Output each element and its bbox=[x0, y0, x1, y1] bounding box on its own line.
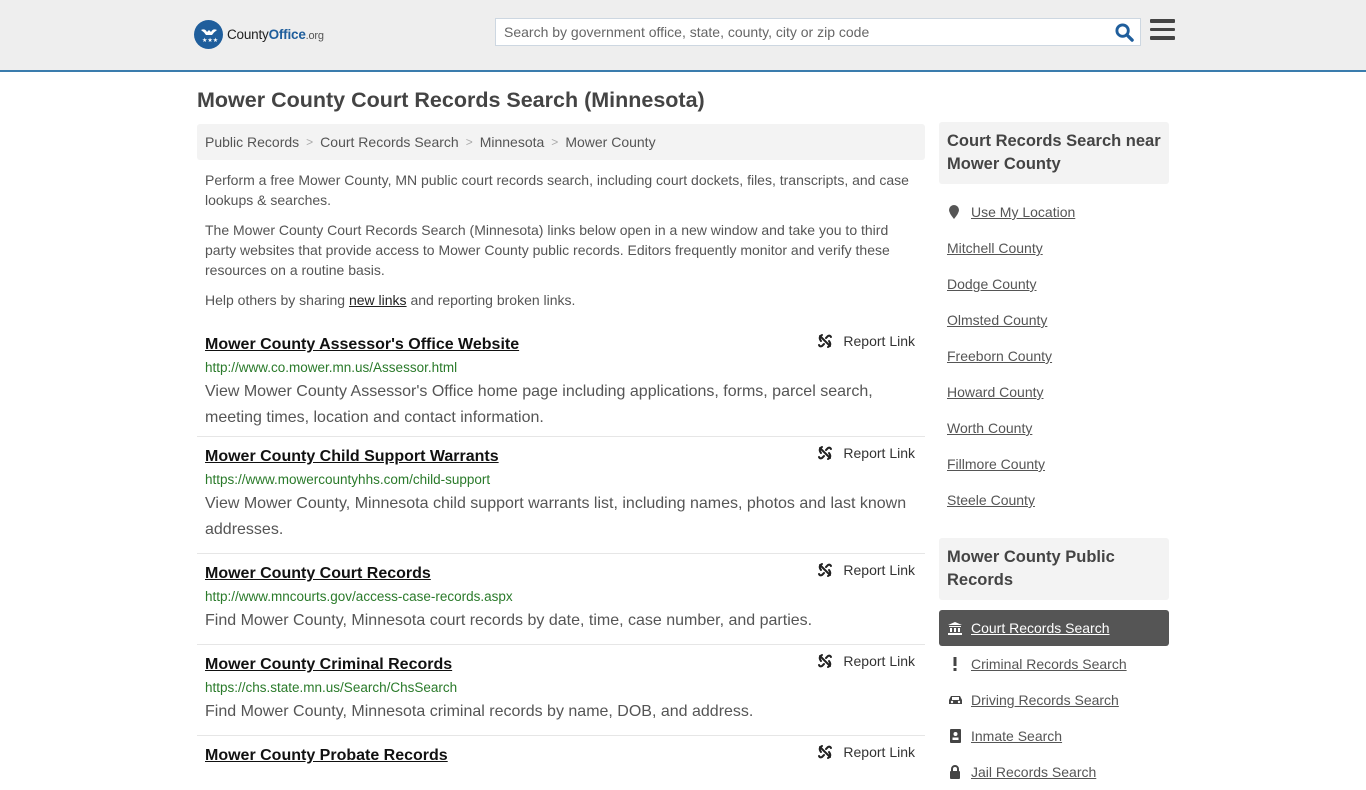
record-url[interactable]: http://www.co.mower.mn.us/Assessor.html bbox=[205, 359, 917, 377]
courthouse-icon bbox=[947, 621, 963, 635]
intro-text: Perform a free Mower County, MN public c… bbox=[205, 170, 920, 320]
car-icon bbox=[947, 694, 963, 706]
record-url[interactable]: http://www.mncourts.gov/access-case-reco… bbox=[205, 588, 917, 606]
broken-link-icon bbox=[818, 745, 833, 759]
broken-link-icon bbox=[818, 446, 833, 460]
record-title-link[interactable]: Mower County Child Support Warrants bbox=[205, 447, 499, 467]
record-url[interactable]: https://www.mowercountyhhs.com/child-sup… bbox=[205, 471, 917, 489]
menu-button[interactable] bbox=[1150, 19, 1175, 41]
record-item: Mower County Child Support Warrants http… bbox=[197, 437, 925, 554]
nearby-county-link[interactable]: Fillmore County bbox=[947, 446, 1169, 482]
breadcrumb-item[interactable]: Minnesota bbox=[480, 134, 545, 150]
nearby-county-link[interactable]: Howard County bbox=[947, 374, 1169, 410]
record-description: View Mower County Assessor's Office home… bbox=[205, 383, 873, 426]
report-link-button[interactable]: Report Link bbox=[817, 445, 915, 461]
search-button[interactable] bbox=[1108, 19, 1140, 45]
record-item: Mower County Probate Records Report Link bbox=[197, 736, 925, 776]
logo-text-tld: .org bbox=[305, 30, 324, 42]
nearby-county-link[interactable]: Mitchell County bbox=[947, 230, 1169, 266]
record-title-link[interactable]: Mower County Court Records bbox=[205, 564, 431, 584]
public-records-item-criminal[interactable]: Criminal Records Search bbox=[939, 646, 1169, 682]
breadcrumb: Public Records > Court Records Search > … bbox=[197, 124, 925, 160]
search-input[interactable] bbox=[496, 19, 1108, 45]
report-link-button[interactable]: Report Link bbox=[817, 744, 915, 760]
record-item: Mower County Criminal Records https://ch… bbox=[197, 645, 925, 736]
public-records-item-inmate[interactable]: Inmate Search bbox=[939, 718, 1169, 754]
record-url[interactable]: https://chs.state.mn.us/Search/ChsSearch bbox=[205, 679, 917, 697]
record-description: View Mower County, Minnesota child suppo… bbox=[205, 495, 907, 538]
record-item: Mower County Assessor's Office Website h… bbox=[197, 325, 925, 437]
use-location-row: Use My Location bbox=[947, 194, 1169, 230]
nearby-heading: Court Records Search near Mower County bbox=[939, 122, 1169, 184]
new-links-link[interactable]: new links bbox=[349, 292, 407, 308]
record-item: Mower County Court Records http://www.mn… bbox=[197, 554, 925, 645]
broken-link-icon bbox=[818, 654, 833, 668]
record-title-link[interactable]: Mower County Probate Records bbox=[205, 746, 448, 766]
hamburger-icon bbox=[1150, 19, 1175, 40]
records-list: Mower County Assessor's Office Website h… bbox=[197, 325, 925, 776]
breadcrumb-item[interactable]: Court Records Search bbox=[320, 134, 459, 150]
report-link-button[interactable]: Report Link bbox=[817, 653, 915, 669]
report-link-button[interactable]: Report Link bbox=[817, 333, 915, 349]
site-logo[interactable]: ★★★ CountyOffice.org bbox=[194, 20, 324, 49]
record-description: Find Mower County, Minnesota court recor… bbox=[205, 612, 813, 629]
use-my-location-link[interactable]: Use My Location bbox=[971, 194, 1075, 230]
broken-link-icon bbox=[818, 563, 833, 577]
breadcrumb-separator: > bbox=[551, 135, 559, 149]
nearby-county-link[interactable]: Dodge County bbox=[947, 266, 1169, 302]
breadcrumb-separator: > bbox=[465, 135, 473, 149]
nearby-county-link[interactable]: Steele County bbox=[947, 482, 1169, 518]
intro-paragraph: Help others by sharing new links and rep… bbox=[205, 292, 576, 308]
breadcrumb-separator: > bbox=[306, 135, 314, 149]
map-marker-icon bbox=[949, 205, 959, 219]
record-description: Find Mower County, Minnesota criminal re… bbox=[205, 703, 754, 720]
report-link-button[interactable]: Report Link bbox=[817, 562, 915, 578]
eagle-stars-icon: ★★★ bbox=[194, 20, 223, 49]
id-badge-icon bbox=[947, 729, 963, 743]
intro-paragraph: The Mower County Court Records Search (M… bbox=[205, 222, 890, 278]
site-header: ★★★ CountyOffice.org bbox=[0, 0, 1366, 72]
logo-text-brand: Office bbox=[268, 27, 306, 42]
public-records-item-driving[interactable]: Driving Records Search bbox=[939, 682, 1169, 718]
nearby-county-link[interactable]: Freeborn County bbox=[947, 338, 1169, 374]
breadcrumb-item-current[interactable]: Mower County bbox=[565, 134, 655, 150]
public-records-heading: Mower County Public Records bbox=[939, 538, 1169, 600]
public-records-list: Court Records Search Criminal Records Se… bbox=[939, 610, 1169, 790]
search-bar bbox=[495, 18, 1141, 46]
page-title: Mower County Court Records Search (Minne… bbox=[197, 88, 705, 112]
nearby-county-link[interactable]: Olmsted County bbox=[947, 302, 1169, 338]
nearby-county-link[interactable]: Worth County bbox=[947, 410, 1169, 446]
public-records-item-court[interactable]: Court Records Search bbox=[939, 610, 1169, 646]
svg-text:★★★: ★★★ bbox=[202, 37, 218, 44]
exclamation-icon bbox=[947, 657, 963, 671]
intro-paragraph: Perform a free Mower County, MN public c… bbox=[205, 172, 909, 208]
sidebar: Court Records Search near Mower County U… bbox=[939, 122, 1169, 790]
breadcrumb-item[interactable]: Public Records bbox=[205, 134, 299, 150]
logo-text-main: County bbox=[227, 27, 269, 42]
search-icon bbox=[1114, 22, 1134, 42]
record-title-link[interactable]: Mower County Assessor's Office Website bbox=[205, 335, 519, 355]
broken-link-icon bbox=[818, 334, 833, 348]
nearby-list: Use My Location Mitchell County Dodge Co… bbox=[939, 184, 1169, 518]
record-title-link[interactable]: Mower County Criminal Records bbox=[205, 655, 452, 675]
public-records-item-jail[interactable]: Jail Records Search bbox=[939, 754, 1169, 790]
lock-icon bbox=[947, 765, 963, 779]
